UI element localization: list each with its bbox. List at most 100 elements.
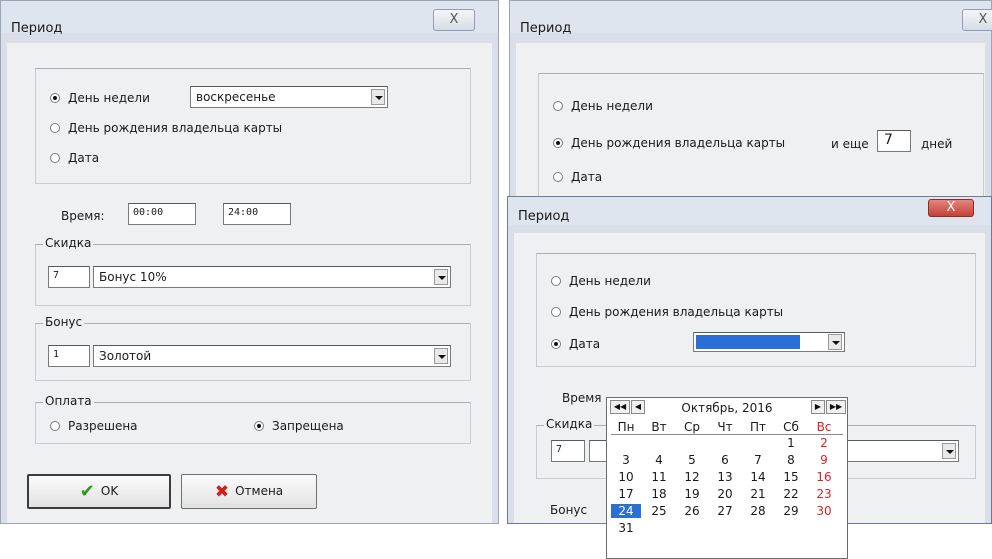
calendar-day[interactable]: 3	[611, 453, 641, 467]
calendar-day-selected[interactable]: 24	[611, 504, 641, 518]
radio-indicator	[551, 307, 561, 317]
radio-birthday[interactable]: День рождения владельца карты	[553, 136, 785, 150]
calendar-week: 31	[611, 521, 843, 536]
calendar-day[interactable]: 19	[677, 487, 707, 501]
next-year-button[interactable]: ▶▶	[826, 400, 846, 414]
calendar-day[interactable]: 6	[710, 453, 740, 467]
calendar-day[interactable]: 1	[776, 436, 806, 450]
weekday-wed: Ср	[684, 420, 700, 434]
radio-date[interactable]: Дата	[50, 151, 99, 165]
calendar-week: 1 2	[611, 436, 843, 451]
calendar-day[interactable]: 17	[611, 487, 641, 501]
calendar-day[interactable]: 28	[743, 504, 773, 518]
period-dialog-right-front: Период X День недели День рождения владе…	[507, 196, 992, 559]
radio-indicator	[551, 339, 561, 349]
weekday-fri: Пт	[749, 420, 766, 434]
weekday-select[interactable]: воскресенье	[190, 86, 388, 108]
period-group: День недели воскресенье День рождения вл…	[35, 68, 471, 184]
radio-indicator	[50, 153, 60, 163]
dialog-title: Период	[518, 209, 570, 224]
discount-code-input[interactable]: 7	[48, 266, 90, 288]
calendar-day[interactable]: 22	[776, 487, 806, 501]
radio-weekday[interactable]: День недели	[551, 274, 651, 288]
radio-payment-forbidden[interactable]: Запрещена	[254, 419, 344, 433]
radio-indicator	[50, 93, 60, 103]
weekday-thu: Чт	[717, 420, 733, 434]
calendar-day[interactable]: 30	[809, 504, 839, 518]
next-month-button[interactable]: ▶	[811, 400, 825, 414]
radio-indicator	[553, 172, 563, 182]
chevron-right-icon: ▶	[814, 402, 822, 411]
calendar-day[interactable]: 5	[677, 453, 707, 467]
bonus-caption-partial: Бонус	[550, 503, 588, 517]
calendar-day[interactable]: 15	[776, 470, 806, 484]
radio-weekday[interactable]: День недели	[50, 91, 150, 105]
chevron-down-icon	[942, 443, 956, 459]
cancel-button[interactable]: ✖ Отмена	[181, 474, 317, 509]
calendar-day[interactable]: 31	[611, 521, 641, 535]
time-from-input[interactable]: 00:00	[128, 203, 196, 225]
chevron-down-icon	[434, 348, 448, 364]
close-icon: X	[946, 200, 956, 215]
calendar-popup: ◀◀ ◀ Октябрь, 2016 ▶ ▶▶ Пн Вт Ср Чт Пт С…	[606, 397, 848, 559]
bonus-select[interactable]: Золотой	[93, 345, 451, 367]
calendar-day[interactable]: 7	[743, 453, 773, 467]
close-button[interactable]: X	[962, 9, 992, 31]
dialog-title: Период	[520, 21, 572, 36]
radio-date[interactable]: Дата	[553, 170, 602, 184]
radio-indicator	[50, 123, 60, 133]
chevron-down-icon	[434, 269, 448, 285]
radio-date[interactable]: Дата	[551, 337, 600, 351]
dialog-client: День недели День рождения владельца карт…	[514, 233, 985, 559]
dialog-client: День недели воскресенье День рождения вл…	[7, 43, 492, 523]
calendar-week: 24 25 26 27 28 29 30	[611, 504, 843, 519]
calendar-week: 17 18 19 20 21 22 23	[611, 487, 843, 502]
radio-weekday[interactable]: День недели	[553, 99, 653, 113]
title-bar: Период X	[510, 1, 992, 36]
date-picker-select[interactable]	[693, 332, 845, 352]
time-to-input[interactable]: 24:00	[223, 203, 291, 225]
check-icon: ✔	[79, 481, 95, 502]
calendar-day[interactable]: 29	[776, 504, 806, 518]
x-icon: ✖	[214, 482, 230, 502]
time-label: Время:	[61, 209, 105, 223]
calendar-day[interactable]: 11	[644, 470, 674, 484]
calendar-day[interactable]: 9	[809, 453, 839, 467]
weekday-sat: Сб	[783, 420, 799, 434]
radio-birthday[interactable]: День рождения владельца карты	[551, 305, 783, 319]
radio-birthday[interactable]: День рождения владельца карты	[50, 121, 282, 135]
ok-button[interactable]: ✔ OK	[27, 474, 171, 509]
calendar-day[interactable]: 25	[644, 504, 674, 518]
title-bar: Период X	[508, 197, 991, 225]
calendar-day[interactable]: 20	[710, 487, 740, 501]
calendar-day[interactable]: 27	[710, 504, 740, 518]
calendar-day[interactable]: 26	[677, 504, 707, 518]
discount-select[interactable]: Бонус 10%	[93, 266, 451, 288]
weekday-tue: Вт	[651, 420, 667, 434]
calendar-day[interactable]: 12	[677, 470, 707, 484]
calendar-day[interactable]: 23	[809, 487, 839, 501]
discount-group: Скидка 7 Бонус 10%	[35, 236, 471, 306]
calendar-day[interactable]: 16	[809, 470, 839, 484]
calendar-day[interactable]: 4	[644, 453, 674, 467]
close-button[interactable]: X	[928, 199, 974, 217]
calendar-day[interactable]: 10	[611, 470, 641, 484]
calendar-day[interactable]: 13	[710, 470, 740, 484]
discount-code-input[interactable]: 7	[551, 440, 585, 462]
radio-indicator	[50, 421, 60, 431]
days-input[interactable]: 7	[877, 130, 911, 152]
bonus-code-input[interactable]: 1	[48, 345, 90, 367]
calendar-day[interactable]: 21	[743, 487, 773, 501]
calendar-weekday-header: Пн Вт Ср Чт Пт Сб Вс	[611, 420, 843, 435]
bonus-caption: Бонус	[43, 315, 85, 329]
payment-group: Оплата Разрешена Запрещена	[35, 394, 471, 444]
calendar-day[interactable]: 2	[809, 436, 839, 450]
double-chevron-right-icon: ▶▶	[829, 402, 843, 411]
calendar-day[interactable]: 14	[743, 470, 773, 484]
calendar-day[interactable]: 18	[644, 487, 674, 501]
discount-caption: Скидка	[544, 417, 595, 431]
calendar-day[interactable]: 8	[776, 453, 806, 467]
close-icon: X	[449, 12, 459, 27]
close-button[interactable]: X	[433, 9, 475, 31]
radio-payment-allowed[interactable]: Разрешена	[50, 419, 138, 433]
